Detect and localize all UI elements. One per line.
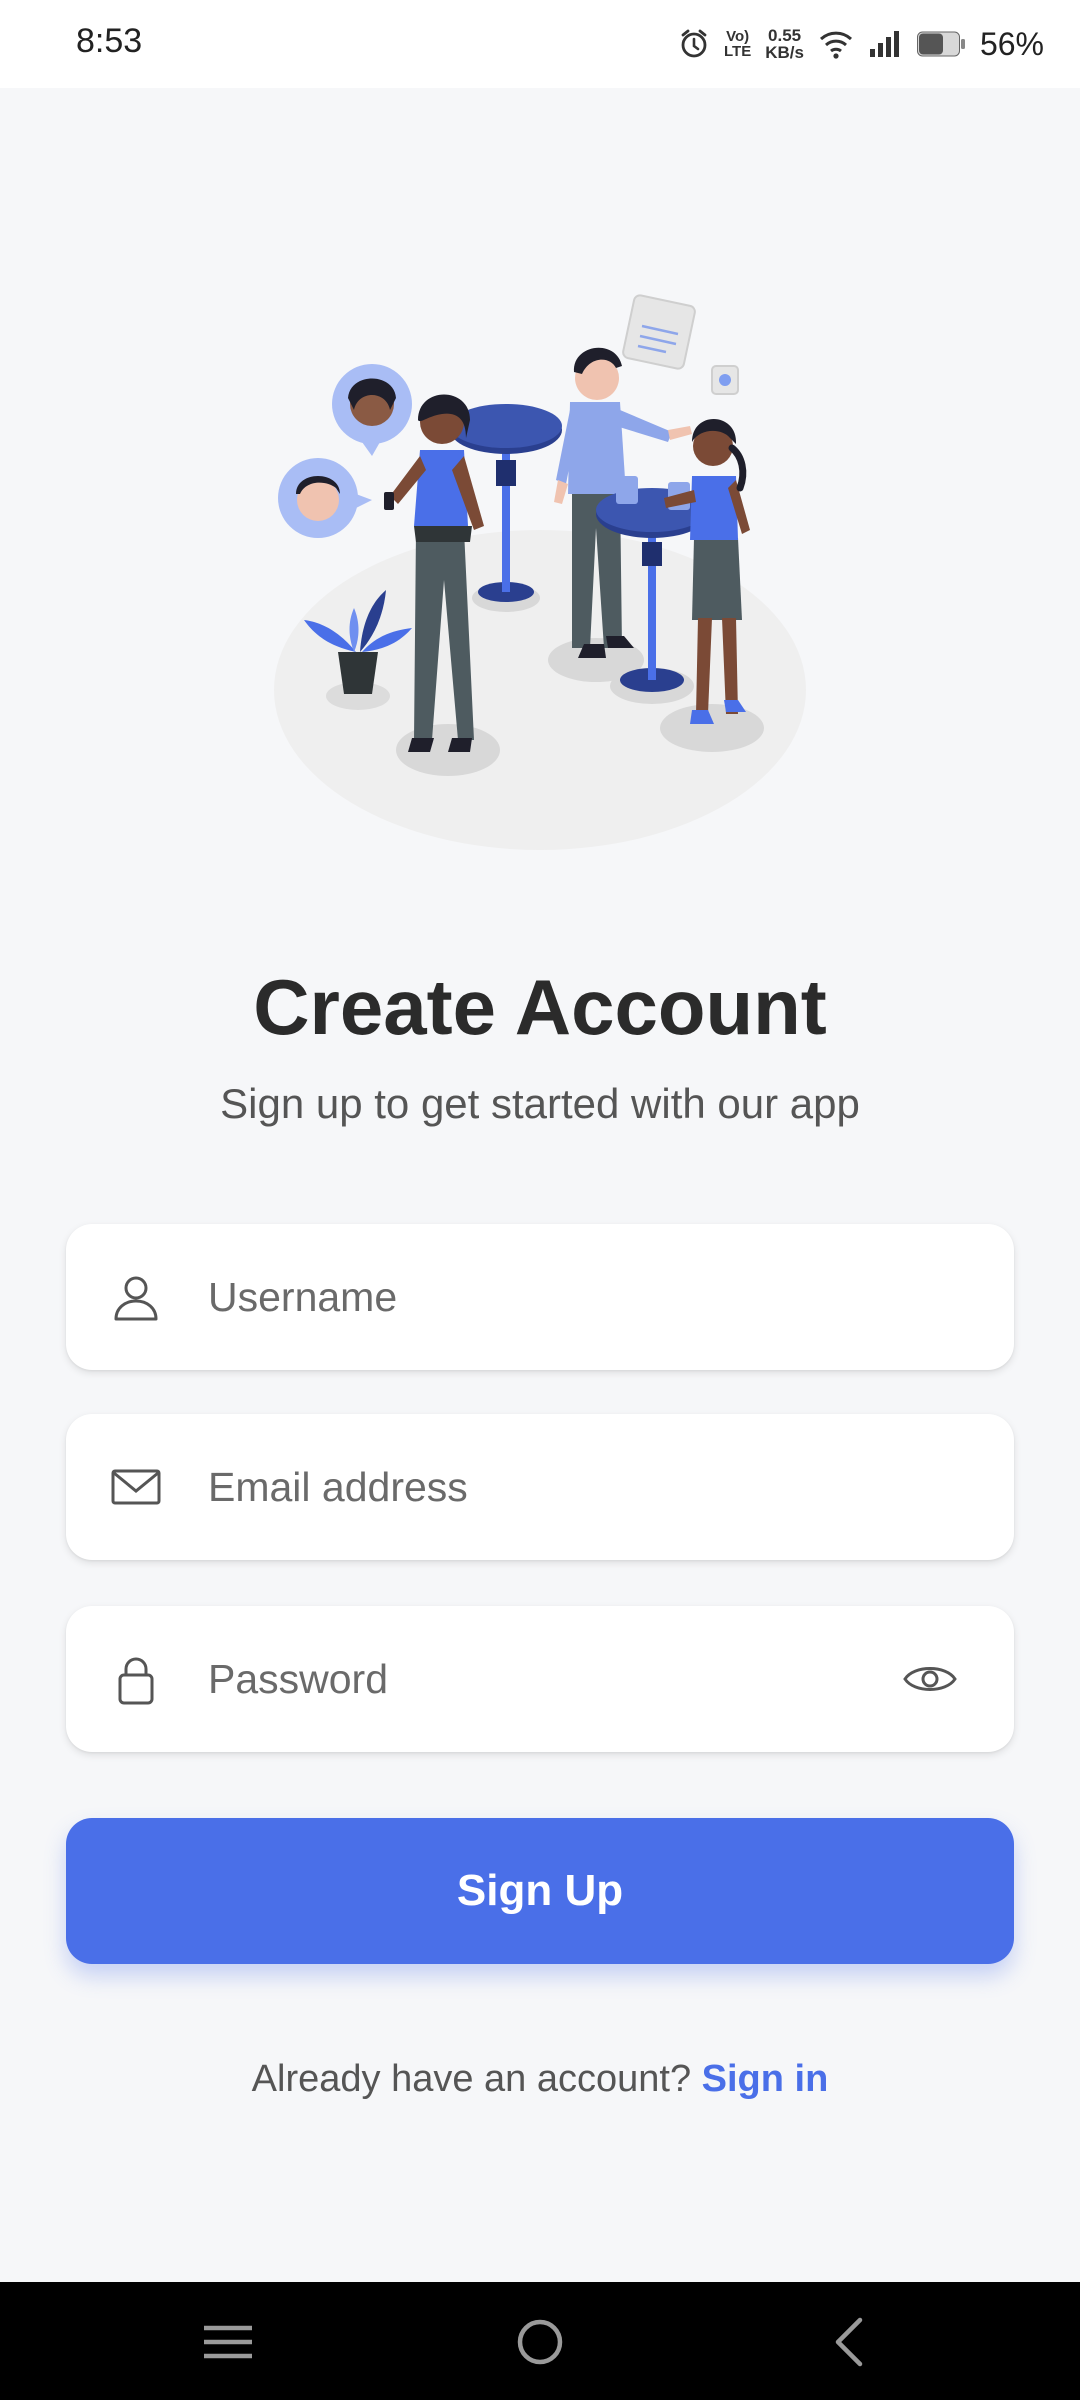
status-bar: 8:53 Vo) LTE 0.55 KB/s 56% <box>0 0 1080 88</box>
network-speed: 0.55 KB/s <box>765 27 804 61</box>
home-icon[interactable] <box>510 2312 570 2372</box>
envelope-icon <box>110 1461 162 1513</box>
username-input[interactable] <box>208 1224 928 1370</box>
password-input[interactable] <box>208 1606 928 1752</box>
wifi-icon <box>818 28 854 60</box>
status-time: 8:53 <box>76 22 143 60</box>
page-title: Create Account <box>253 963 827 1051</box>
network-speed-unit: KB/s <box>765 43 804 62</box>
password-field[interactable] <box>66 1606 1014 1752</box>
email-field[interactable] <box>66 1414 1014 1560</box>
status-icons: Vo) LTE 0.55 KB/s 56% <box>678 18 1044 70</box>
signin-prompt: Already have an account? Sign in <box>0 2058 1080 2101</box>
hero-illustration <box>260 280 820 860</box>
sign-in-link[interactable]: Sign in <box>702 2058 829 2100</box>
show-password-eye-icon[interactable] <box>902 1659 958 1699</box>
email-input[interactable] <box>208 1414 928 1560</box>
user-icon <box>110 1271 162 1323</box>
volte-bottom-label: LTE <box>724 43 752 60</box>
signal-icon <box>868 29 902 59</box>
page-subtitle: Sign up to get started with our app <box>220 1080 860 1127</box>
volte-top-label: Vo) <box>726 28 750 45</box>
username-field[interactable] <box>66 1224 1014 1370</box>
back-icon[interactable] <box>820 2312 880 2372</box>
chat-bubble-icon <box>622 294 696 370</box>
sign-up-button[interactable]: Sign Up <box>66 1818 1014 1964</box>
alarm-icon <box>678 28 710 60</box>
battery-icon <box>916 30 966 58</box>
volte-icon: Vo) LTE <box>724 29 751 59</box>
network-speed-value: 0.55 <box>768 26 802 45</box>
system-nav-bar <box>0 2282 1080 2400</box>
signin-prompt-text: Already have an account? <box>251 2058 692 2100</box>
battery-percent: 56% <box>979 25 1044 62</box>
lock-icon <box>110 1653 162 1705</box>
menu-icon[interactable] <box>198 2312 258 2372</box>
